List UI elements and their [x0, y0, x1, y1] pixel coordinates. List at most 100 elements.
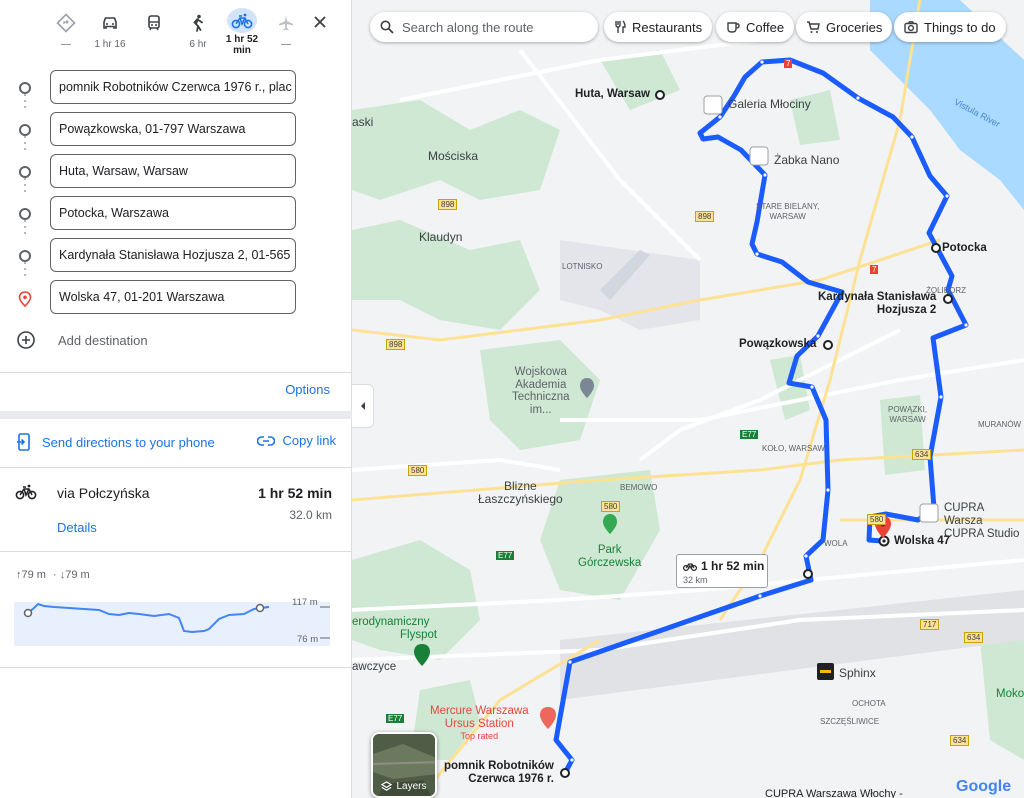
stop-dot-icon[interactable]: [19, 124, 31, 136]
travel-modes: — 1 hr 16 6 hr 1 hr 52 min —: [44, 8, 308, 56]
route-duration-callout[interactable]: 1 hr 52 min 32 km: [676, 554, 768, 588]
copy-link-button[interactable]: Copy link: [256, 433, 336, 448]
stop-row: Powązkowska, 01-797 Warszawa: [0, 112, 352, 148]
stop-row: pomnik Robotników Czerwca 1976 r., plac: [0, 70, 352, 106]
road-shield: 898: [386, 334, 406, 352]
route-option[interactable]: via Połczyńska 1 hr 52 min 32.0 km Detai…: [14, 482, 332, 542]
map-label: Moko: [996, 688, 1024, 700]
map-label: awczyce: [352, 661, 397, 673]
coffee-icon: [727, 22, 740, 33]
map-label: KOŁO, WARSAW: [762, 444, 825, 453]
layers-button[interactable]: Layers: [371, 732, 437, 798]
divider: [0, 467, 352, 468]
map-label: erodynamiczny Flyspot: [352, 616, 438, 641]
map-label: LOTNISKO: [562, 262, 603, 271]
bicycle-icon: [15, 484, 37, 500]
chip-coffee[interactable]: Coffee: [716, 12, 795, 42]
elevation-stats: ↑79 m · ↓79 m: [16, 569, 90, 581]
destination-input[interactable]: Wolska 47, 01-201 Warszawa: [50, 280, 296, 314]
google-logo: Google: [956, 778, 1012, 795]
stop-input[interactable]: Powązkowska, 01-797 Warszawa: [50, 112, 296, 146]
options-link[interactable]: Options: [285, 382, 330, 397]
send-to-phone-button[interactable]: Send directions to your phone: [16, 433, 215, 451]
restaurant-icon: [615, 20, 626, 33]
stop-dot-icon[interactable]: [19, 82, 31, 94]
map-label: SZCZĘŚLIWICE: [820, 717, 880, 726]
route-connector: [24, 136, 26, 154]
road-shield: 580: [867, 509, 887, 527]
mode-transit[interactable]: [132, 8, 176, 56]
mode-best[interactable]: —: [44, 8, 88, 56]
map-label: Żabka Nano: [774, 153, 840, 167]
route-connector: [24, 178, 26, 196]
map-label: Mościska: [428, 149, 479, 163]
map-label: CUPRA Warsza CUPRA Studio: [944, 502, 1020, 540]
stop-row: Huta, Warsaw, Warsaw: [0, 154, 352, 190]
map-label: CUPRA Warszawa Włochy -: [765, 788, 903, 798]
directions-panel: — 1 hr 16 6 hr 1 hr 52 min — pomnik Robo…: [0, 0, 352, 798]
map-label: Mercure Warszawa Ursus Station Top rated: [430, 705, 529, 741]
search-icon: [380, 20, 394, 34]
walking-icon: [183, 8, 213, 38]
divider: [0, 667, 352, 668]
elevation-max: 117 m: [292, 597, 318, 608]
airplane-icon: [271, 8, 301, 38]
map-label: pomnik Robotników Czerwca 1976 r.: [444, 760, 554, 785]
bicycle-icon: [683, 563, 697, 571]
road-shield: 7: [870, 265, 879, 274]
stop-dot-icon[interactable]: [19, 208, 31, 220]
map-label: MURANÓW: [978, 420, 1022, 429]
route-connector: [24, 94, 26, 112]
map-label: Sphinx: [839, 666, 876, 680]
map-label: Huta, Warsaw: [575, 88, 650, 100]
stop-row: Wolska 47, 01-201 Warszawa: [0, 280, 352, 316]
stop-row: Potocka, Warszawa: [0, 196, 352, 232]
map-label: aski: [352, 115, 374, 129]
map-label: Klaudyn: [419, 230, 463, 244]
road-shield: 7: [784, 59, 793, 68]
map-label: STARE BIELANY, WARSAW: [756, 202, 820, 221]
chip-things-to-do[interactable]: Things to do: [894, 12, 1006, 42]
chip-restaurants[interactable]: Restaurants: [604, 12, 713, 42]
stop-dot-icon[interactable]: [19, 166, 31, 178]
route-duration: 1 hr 52 min: [258, 485, 332, 501]
elevation-chart: 117 m 76 m: [14, 594, 334, 650]
mode-cycling[interactable]: 1 hr 52 min: [220, 8, 264, 56]
road-shield: E77: [740, 430, 759, 439]
mode-walking[interactable]: 6 hr: [176, 8, 220, 56]
map-label: Potocka: [942, 242, 987, 254]
search-along-route-input[interactable]: Search along the route: [370, 12, 598, 42]
map-label: BEMOWO: [620, 483, 658, 492]
stop-dot-icon[interactable]: [19, 250, 31, 262]
road-shield: 717: [920, 614, 940, 632]
close-button[interactable]: [308, 10, 332, 34]
add-destination-button[interactable]: Add destination: [16, 330, 148, 350]
map-label: POWĄZKI, WARSAW: [888, 405, 928, 424]
elevation-min: 76 m: [297, 634, 319, 645]
road-shield: E77: [496, 551, 515, 560]
chip-groceries[interactable]: Groceries: [796, 12, 893, 42]
map-label: Galeria Młociny: [728, 97, 811, 111]
road-shield: 580: [601, 496, 621, 514]
map-label: OCHOTA: [852, 699, 886, 708]
stop-input[interactable]: Potocka, Warszawa: [50, 196, 296, 230]
collapse-panel-button[interactable]: [352, 384, 374, 428]
add-circle-icon: [17, 331, 35, 349]
road-shield: 634: [950, 730, 970, 748]
route-distance: 32.0 km: [289, 508, 332, 522]
mode-driving[interactable]: 1 hr 16: [88, 8, 132, 56]
stop-input[interactable]: pomnik Robotników Czerwca 1976 r., plac: [50, 70, 296, 104]
stop-input[interactable]: Kardynała Stanisława Hozjusza 2, 01-565: [50, 238, 296, 272]
bicycle-icon: [227, 8, 257, 33]
route-connector: [24, 262, 26, 280]
stop-input[interactable]: Huta, Warsaw, Warsaw: [50, 154, 296, 188]
chevron-left-icon: [360, 402, 365, 410]
stop-row: Kardynała Stanisława Hozjusza 2, 01-565: [0, 238, 352, 274]
map-label: Wolska 47: [894, 535, 951, 547]
details-link[interactable]: Details: [57, 520, 97, 535]
map-label: Blizne Łaszczyńskiego: [478, 479, 563, 506]
mode-flights[interactable]: —: [264, 8, 308, 56]
map-canvas[interactable]: Huta, Warsaw Galeria Młociny Żabka Nano …: [352, 0, 1024, 798]
map-label: Wojskowa Akademia Techniczna im...: [512, 366, 570, 416]
road-shield: 898: [438, 194, 458, 212]
